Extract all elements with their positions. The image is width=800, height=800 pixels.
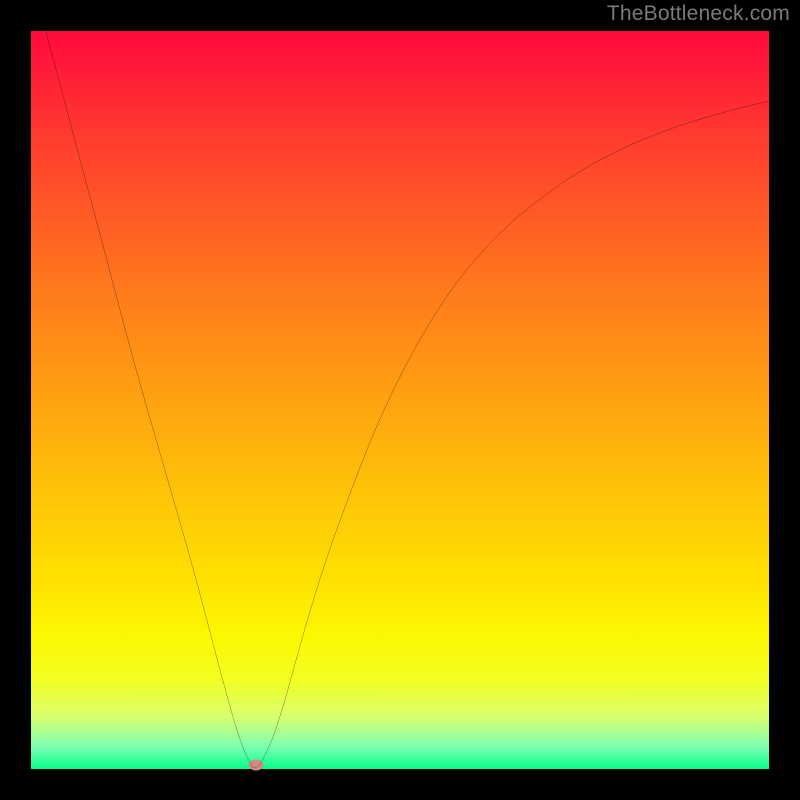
chart-frame: TheBottleneck.com [0, 0, 800, 800]
bottleneck-curve [31, 31, 769, 769]
attribution-label: TheBottleneck.com [607, 2, 790, 26]
plot-area [31, 31, 769, 769]
curve-path [46, 31, 769, 768]
